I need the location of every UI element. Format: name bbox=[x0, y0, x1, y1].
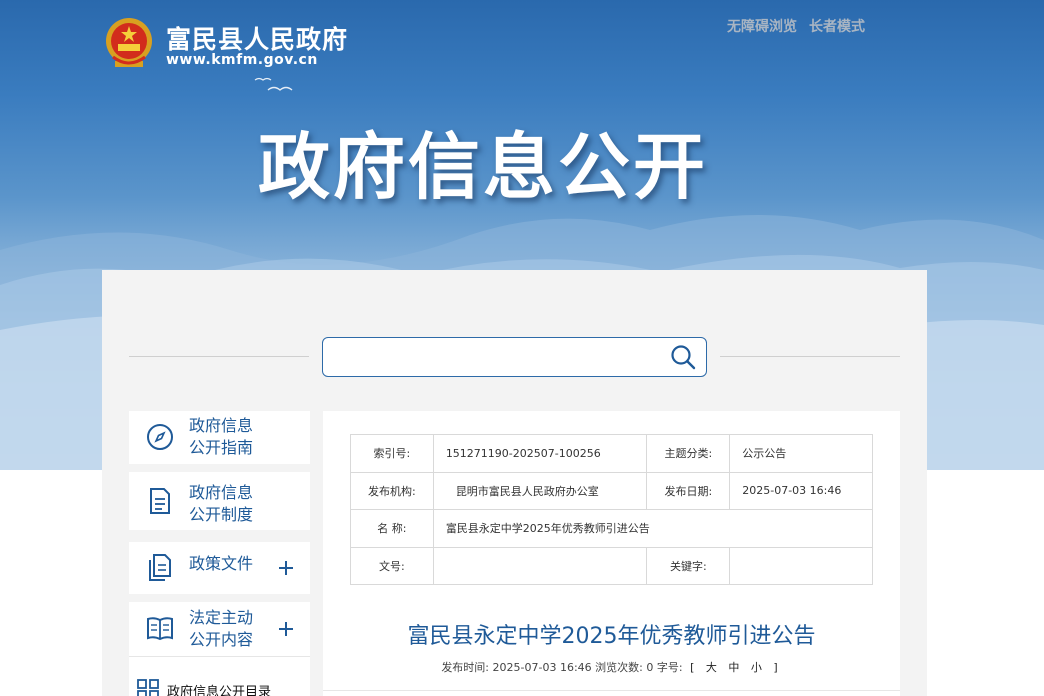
views-count: 0 bbox=[646, 661, 654, 674]
search-divider-left bbox=[129, 356, 309, 357]
search-divider-right bbox=[720, 356, 900, 357]
sidebar-item-label: 法定主动 公开内容 bbox=[189, 608, 254, 649]
book-icon bbox=[147, 617, 173, 641]
grid-icon bbox=[137, 679, 159, 696]
site-name: 富民县人民政府 bbox=[166, 25, 349, 54]
table-row: 名 称: 富民县永定中学2025年优秀教师引进公告 bbox=[350, 509, 874, 548]
sidebar-item-label: 政策文件 bbox=[189, 554, 254, 573]
article-info: 发布时间: 2025-07-03 16:46 浏览次数: 0 字号: [ 大 中… bbox=[323, 659, 900, 675]
metadata-table: 索引号: 151271190-202507-100256 主题分类: 公示公告 … bbox=[350, 434, 874, 585]
keyword-label: 关键字: bbox=[646, 546, 731, 585]
table-row: 发布机构: 昆明市富民县人民政府办公室 发布日期: 2025-07-03 16:… bbox=[350, 471, 873, 510]
search-icon[interactable] bbox=[670, 344, 696, 370]
article-title: 富民县永定中学2025年优秀教师引进公告 bbox=[407, 624, 816, 649]
publish-time: 2025-07-03 16:46 bbox=[492, 661, 592, 674]
bracket-close: ] bbox=[773, 661, 778, 674]
sidebar-item-label: 政府信息 公开指南 bbox=[189, 416, 254, 457]
sidebar-sub-catalog[interactable]: 政府信息公开目录 bbox=[129, 656, 310, 696]
document-icon bbox=[150, 488, 170, 514]
topic-label: 主题分类: bbox=[646, 434, 731, 473]
site-url: www.kmfm.gov.cn bbox=[166, 52, 318, 68]
sidebar-item-label: 政府信息 公开制度 bbox=[189, 483, 254, 524]
font-size-large-button[interactable]: 大 bbox=[706, 661, 717, 674]
expand-plus-icon[interactable] bbox=[278, 560, 294, 576]
content-divider bbox=[323, 690, 900, 691]
index-label: 索引号: bbox=[350, 434, 434, 473]
fontsize-prefix: 字号: bbox=[656, 661, 683, 674]
sidebar-item-system[interactable]: 政府信息 公开制度 bbox=[129, 472, 310, 530]
org-value: 昆明市富民县人民政府办公室 bbox=[432, 471, 648, 510]
keyword-value bbox=[729, 546, 873, 585]
expand-plus-icon[interactable] bbox=[278, 621, 294, 637]
topic-value: 公示公告 bbox=[729, 434, 873, 473]
publish-prefix: 发布时间: bbox=[441, 661, 490, 674]
national-emblem-icon bbox=[106, 18, 152, 67]
name-value: 富民县永定中学2025年优秀教师引进公告 bbox=[432, 509, 874, 548]
top-links: 无障碍浏览 长者模式 bbox=[727, 16, 865, 36]
elderly-mode-link[interactable]: 长者模式 bbox=[809, 16, 865, 36]
sidebar-item-statutory[interactable]: 法定主动 公开内容 bbox=[129, 602, 310, 656]
date-label: 发布日期: bbox=[646, 471, 731, 510]
date-value: 2025-07-03 16:46 bbox=[729, 471, 873, 510]
bracket-open: [ bbox=[690, 661, 695, 674]
article-content: 索引号: 151271190-202507-100256 主题分类: 公示公告 … bbox=[323, 411, 900, 696]
compass-icon bbox=[147, 424, 173, 450]
accessibility-link[interactable]: 无障碍浏览 bbox=[727, 16, 797, 36]
font-size-small-button[interactable]: 小 bbox=[751, 661, 762, 674]
index-value: 151271190-202507-100256 bbox=[432, 434, 648, 473]
search-input[interactable] bbox=[331, 344, 661, 370]
files-icon bbox=[149, 554, 171, 581]
sidebar-item-policy[interactable]: 政策文件 bbox=[129, 542, 310, 594]
name-label: 名 称: bbox=[350, 509, 434, 548]
table-row: 文号: 关键字: bbox=[350, 546, 873, 585]
sidebar-item-guide[interactable]: 政府信息 公开指南 bbox=[129, 411, 310, 464]
font-size-medium-button[interactable]: 中 bbox=[728, 661, 739, 674]
search-box bbox=[322, 337, 707, 377]
table-row: 索引号: 151271190-202507-100256 主题分类: 公示公告 bbox=[350, 434, 873, 473]
org-label: 发布机构: bbox=[350, 471, 434, 510]
hero-title: 政府信息公开 bbox=[258, 125, 709, 209]
sidebar-sub-label: 政府信息公开目录 bbox=[167, 685, 272, 696]
docno-value bbox=[432, 546, 648, 585]
docno-label: 文号: bbox=[350, 546, 434, 585]
views-prefix: 浏览次数: bbox=[595, 661, 643, 674]
